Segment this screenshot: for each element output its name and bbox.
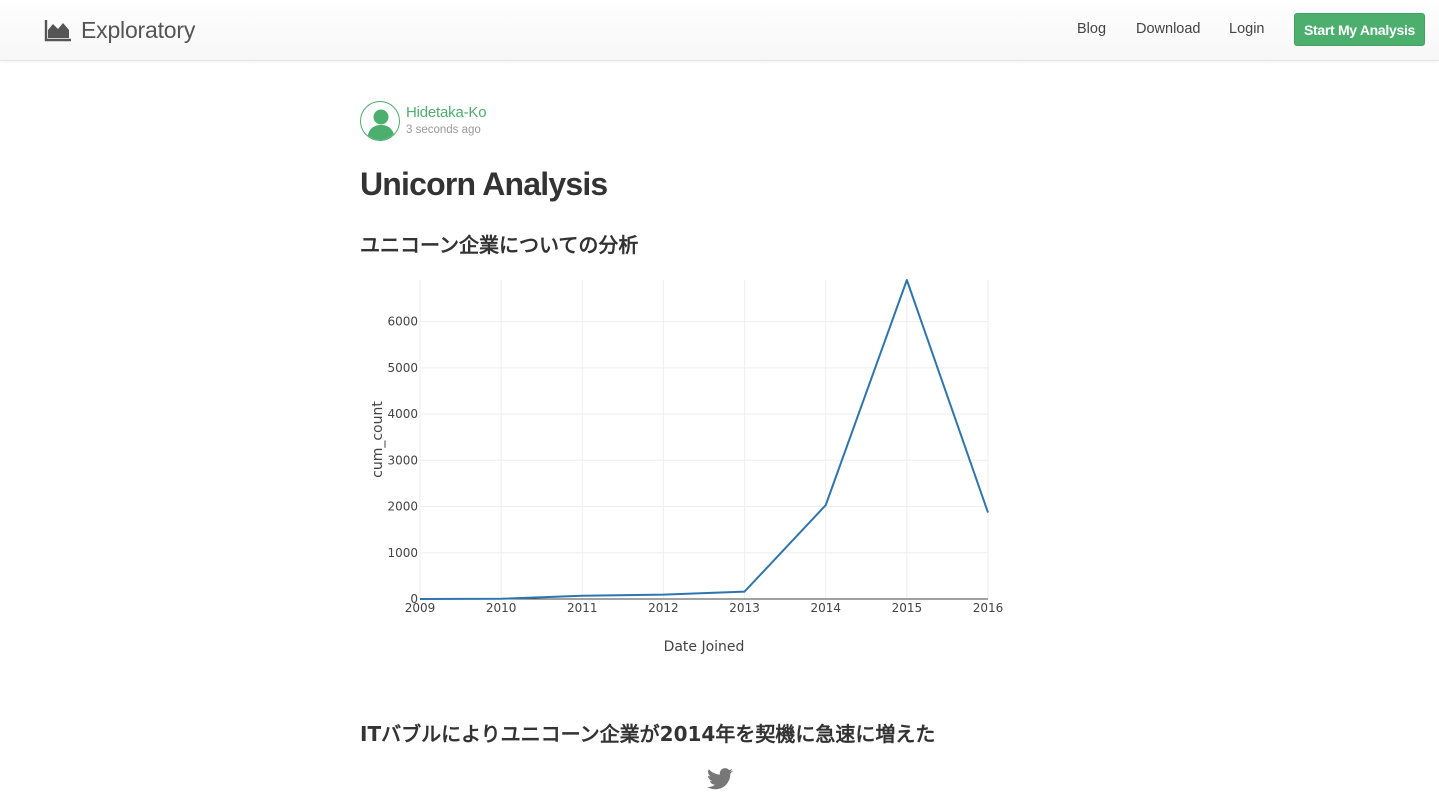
- y-tick-label: 3000: [387, 453, 418, 467]
- author-block: Hidetaka-Ko 3 seconds ago: [360, 101, 487, 141]
- x-tick-label: 2012: [648, 601, 679, 615]
- x-tick-label: 2015: [892, 601, 923, 615]
- y-tick-label: 6000: [387, 315, 418, 329]
- x-tick-label: 2016: [973, 601, 1004, 615]
- chart-svg: 01000200030004000500060002009 2010 2011 201…: [370, 279, 1004, 655]
- brand-name: Exploratory: [81, 16, 196, 43]
- page-title: Unicorn Analysis: [360, 166, 608, 202]
- post-subtitle: ユニコーン企業についての分析: [360, 233, 639, 257]
- author-meta: Hidetaka-Ko 3 seconds ago: [406, 101, 487, 136]
- author-name-link[interactable]: Hidetaka-Ko: [406, 104, 487, 121]
- post-conclusion: ITバブルによりユニコーン企業が2014年を契機に急速に増えた: [360, 722, 936, 746]
- y-tick-label: 1000: [387, 546, 418, 560]
- x-axis-title: Date Joined: [664, 639, 745, 655]
- start-my-analysis-button[interactable]: Start My Analysis: [1294, 13, 1425, 46]
- y-axis-title: cum_count: [370, 401, 386, 478]
- y-tick-label: 4000: [387, 407, 418, 421]
- line-chart[interactable]: 0 1000 2000 3000 4000 5000 6000 2009 2010 2011 201…: [360, 270, 1010, 660]
- x-tick-label: 2011: [567, 601, 598, 615]
- avatar[interactable]: [360, 101, 400, 141]
- twitter-icon[interactable]: [707, 768, 733, 790]
- x-tick-label: 2013: [729, 601, 760, 615]
- person-silhouette-icon: [367, 109, 395, 140]
- y-tick-label: 2000: [387, 500, 418, 514]
- area-chart-icon: [44, 20, 71, 42]
- nav-link-download[interactable]: Download: [1136, 21, 1201, 37]
- brand-logo[interactable]: Exploratory: [44, 14, 195, 46]
- y-tick-label: 5000: [387, 361, 418, 375]
- top-navbar: Exploratory Blog Download Login Start My…: [0, 0, 1439, 61]
- nav-link-blog[interactable]: Blog: [1077, 21, 1106, 37]
- x-tick-label: 2009: [405, 601, 436, 615]
- x-tick-label: 2014: [810, 601, 841, 615]
- nav-link-login[interactable]: Login: [1229, 21, 1264, 37]
- x-tick-label: 2010: [486, 601, 517, 615]
- post-timestamp: 3 seconds ago: [406, 124, 481, 136]
- series-line: [419, 279, 989, 600]
